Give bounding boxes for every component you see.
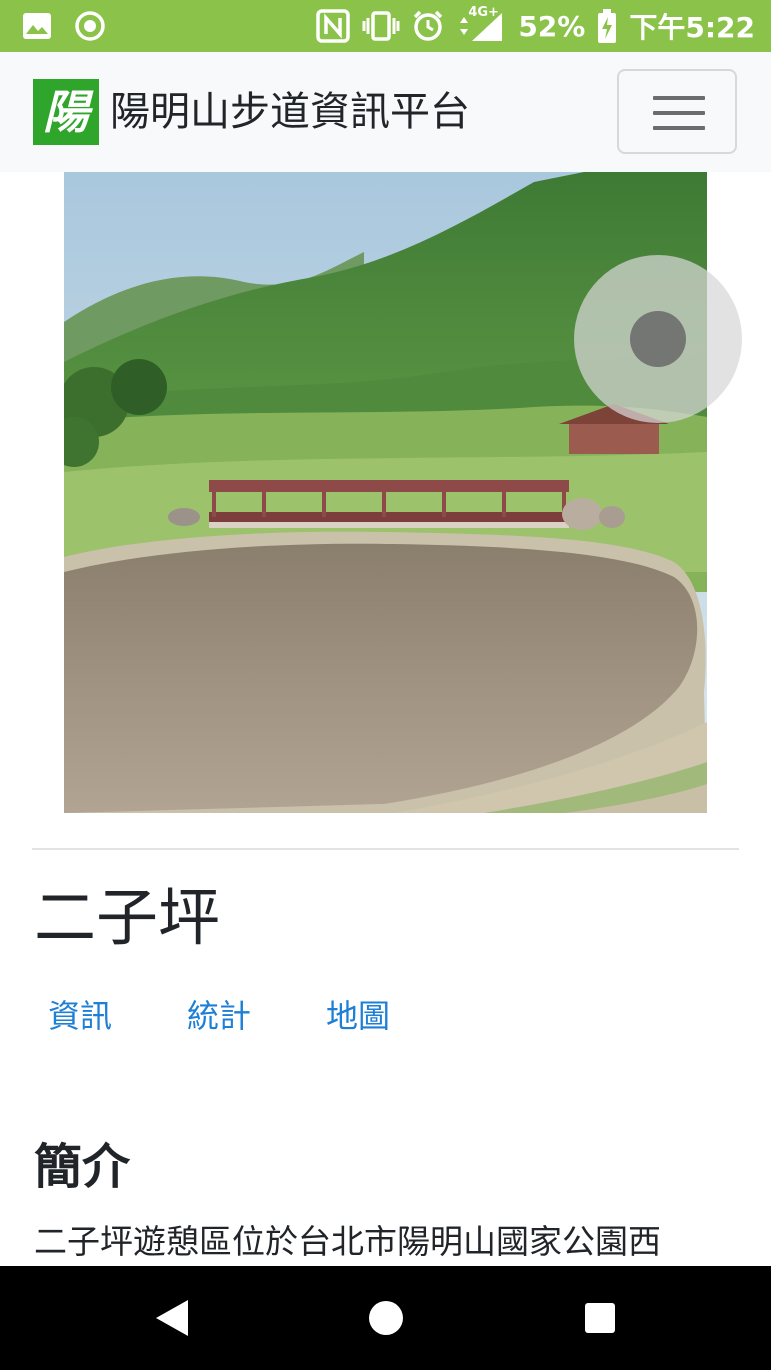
assistive-touch-dot: [630, 311, 686, 367]
image-icon: [22, 12, 52, 40]
intro-heading: 簡介: [34, 1139, 131, 1195]
signal-4g-icon: 4G+: [456, 5, 506, 43]
tab-statistics[interactable]: 統計: [187, 994, 251, 1038]
status-bar: 4G+ 52% 下午5:22: [0, 0, 771, 52]
divider: [32, 848, 739, 850]
battery-percent: 52%: [518, 9, 586, 43]
logo-glyph: 陽: [43, 85, 89, 139]
site-logo[interactable]: 陽: [33, 79, 99, 145]
back-button[interactable]: [152, 1298, 192, 1338]
vibrate-icon: [362, 11, 400, 41]
recents-square-icon: [585, 1303, 615, 1333]
battery-charging-icon: [597, 9, 617, 43]
system-navigation-bar: [0, 1266, 771, 1370]
intro-text: 二子坪遊憩區位於台北市陽明山國家公園西: [34, 1222, 661, 1261]
home-button[interactable]: [366, 1298, 406, 1338]
home-circle-icon: [369, 1301, 403, 1335]
clock: 下午5:22: [629, 11, 755, 44]
trail-tabs: 資訊 統計 地圖: [48, 994, 465, 1038]
tab-info[interactable]: 資訊: [48, 994, 112, 1038]
network-type: 4G+: [468, 5, 499, 20]
assistive-touch-button[interactable]: [574, 255, 742, 423]
tab-map[interactable]: 地圖: [326, 994, 390, 1038]
site-title[interactable]: 陽明山步道資訊平台: [110, 86, 470, 138]
menu-toggle-button[interactable]: [617, 69, 737, 154]
nfc-icon: [316, 9, 351, 43]
recents-button[interactable]: [580, 1298, 620, 1338]
trail-name: 二子坪: [34, 881, 221, 954]
hamburger-icon: [653, 96, 705, 100]
back-triangle-icon: [156, 1300, 188, 1336]
navbar: 陽 陽明山步道資訊平台: [0, 52, 771, 172]
alarm-icon: [412, 10, 444, 42]
circle-dot-icon: [74, 10, 106, 42]
